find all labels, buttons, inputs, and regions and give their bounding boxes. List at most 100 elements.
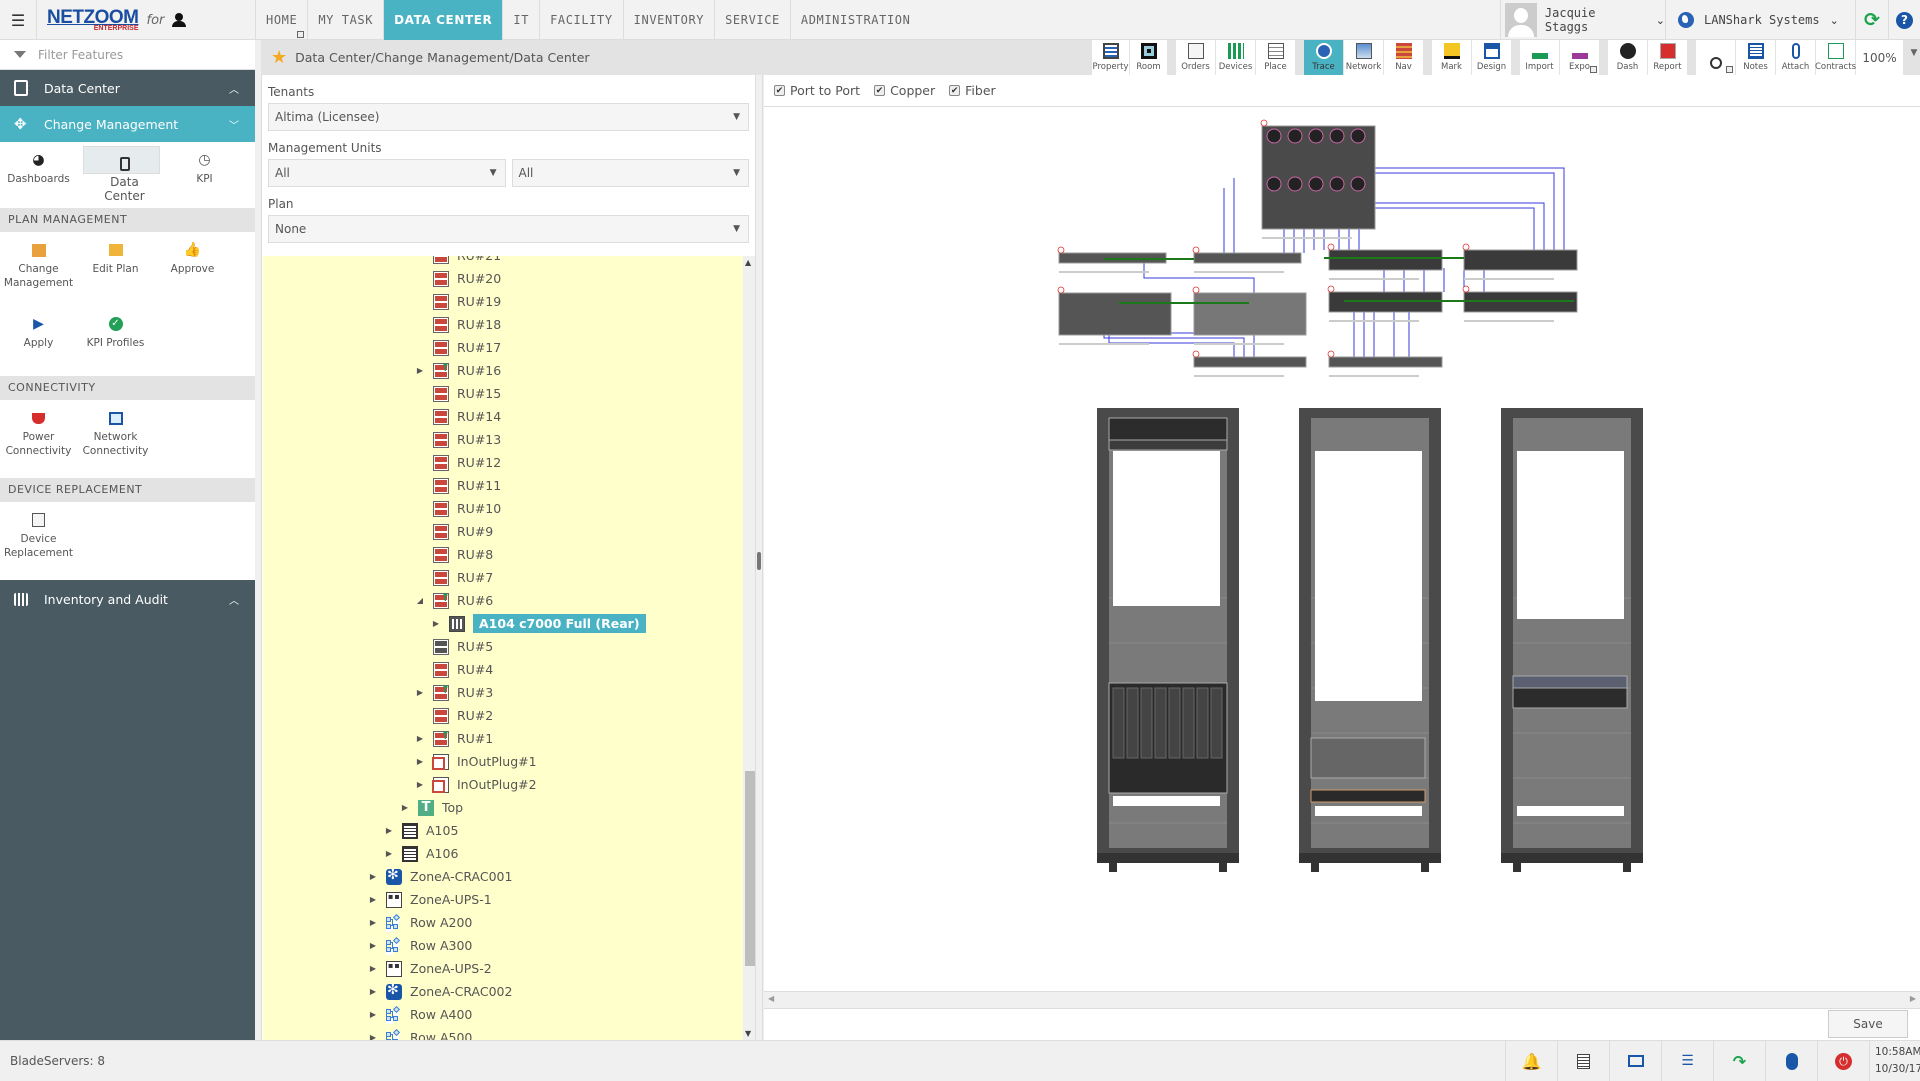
popout-icon[interactable] (297, 31, 305, 38)
tree-item[interactable]: RU#15 (415, 382, 501, 405)
expand-toggle-icon[interactable]: ▶ (368, 895, 378, 904)
rack-base[interactable] (1501, 853, 1643, 863)
tab-facility[interactable]: FACILITY (540, 0, 624, 40)
mgmt-unit-select-1[interactable]: All ▼ (268, 159, 506, 187)
device-number-badge[interactable] (1192, 286, 1200, 294)
tree-item[interactable]: ▶ InOutPlug#1 (415, 750, 537, 773)
tree-item[interactable]: ▶ Row A200 (368, 911, 472, 934)
rack2-blank[interactable] (1315, 806, 1422, 816)
splitter-grip[interactable] (757, 552, 761, 570)
rack1-empty-space[interactable] (1113, 451, 1220, 606)
tree-item[interactable]: ▶ Row A300 (368, 934, 472, 957)
fiber-checkbox[interactable]: ✔ Fiber (949, 83, 996, 98)
device-caption[interactable] (1059, 343, 1149, 345)
device-number-badge[interactable] (1327, 285, 1335, 293)
tree-item[interactable]: ▶ InOutPlug#2 (415, 773, 537, 796)
tree-item[interactable]: RU#14 (415, 405, 501, 428)
toolbar-place-button[interactable]: Place (1256, 40, 1296, 75)
toolbar-expo-button[interactable]: Expo (1560, 40, 1600, 75)
save-button[interactable]: Save (1828, 1010, 1908, 1038)
sidebar-section-inventory-audit[interactable]: Inventory and Audit ︿ (0, 580, 255, 618)
tree-item[interactable]: ▶ A104 c7000 Full (Rear) (431, 612, 646, 635)
sidebar-item-approve[interactable]: 👍 Approve (154, 232, 231, 298)
rack1-blank[interactable] (1113, 796, 1220, 806)
rack3-switch[interactable] (1512, 675, 1628, 689)
rack-wheel[interactable] (1311, 863, 1319, 872)
rack2-pdu[interactable] (1310, 789, 1426, 803)
sidebar-item-device-replacement[interactable]: Device Replacement (0, 502, 77, 576)
notifications-button[interactable]: 🔔 (1505, 1041, 1557, 1081)
tree-item[interactable]: ◢ ↑ RU#6 (415, 589, 493, 612)
tree-item[interactable]: RU#2 (415, 704, 493, 727)
tenants-select[interactable]: Altima (Licensee) ▼ (268, 103, 749, 131)
device-number-badge[interactable] (1327, 350, 1335, 358)
remote-desktop-button[interactable] (1609, 1041, 1661, 1081)
panel-splitter[interactable] (755, 75, 763, 1040)
device-caption[interactable] (1329, 278, 1419, 280)
rack1-fiber-panel[interactable] (1108, 439, 1228, 451)
rack3-patch-panel[interactable] (1512, 687, 1628, 709)
toolbar-design-button[interactable]: Design (1472, 40, 1512, 75)
tree-item[interactable]: RU#8 (415, 543, 493, 566)
device-caption[interactable] (1194, 343, 1284, 345)
tab-it[interactable]: IT (503, 0, 541, 40)
rack3-empty-space[interactable] (1517, 451, 1624, 619)
tab-administration[interactable]: ADMINISTRATION (791, 0, 921, 40)
help-button[interactable]: ? (1888, 0, 1920, 40)
expand-toggle-icon[interactable]: ▶ (368, 872, 378, 881)
tree-item[interactable]: RU#12 (415, 451, 501, 474)
sidebar-item-apply[interactable]: ▶ Apply (0, 306, 77, 372)
tree-item[interactable]: RU#20 (415, 267, 501, 290)
expand-toggle-icon[interactable]: ▶ (368, 941, 378, 950)
expand-toggle-icon[interactable]: ▶ (415, 366, 425, 375)
device-7[interactable] (1193, 292, 1307, 336)
rack-wheel[interactable] (1421, 863, 1429, 872)
tree-item[interactable]: ▶ ↑ RU#3 (415, 681, 493, 704)
device-number-badge[interactable] (1462, 285, 1470, 293)
refresh-button[interactable]: ⟳ (1855, 0, 1888, 40)
org-menu[interactable]: LANShark Systems ⌄ (1665, 0, 1865, 40)
expand-toggle-icon[interactable]: ▶ (368, 1010, 378, 1019)
port-to-port-checkbox[interactable]: ✔ Port to Port (774, 83, 860, 98)
diagram-canvas[interactable]: ✔ Port to Port ✔ Copper ✔ Fiber ◀ ▶ (764, 75, 1920, 1008)
alerts-hierarchy-button[interactable]: ☰ (1661, 1041, 1713, 1081)
rack1-patch-panel[interactable] (1108, 417, 1228, 441)
toolbar-contracts-button[interactable]: Contracts (1815, 40, 1856, 75)
tree-item[interactable]: ▶ ZoneA-CRAC001 (368, 865, 512, 888)
tree-item[interactable]: ▶ A105 (384, 819, 458, 842)
toolbar-overflow-dropdown[interactable]: ▼ (1904, 40, 1920, 75)
tree-item[interactable]: RU#7 (415, 566, 493, 589)
toolbar-devices-button[interactable]: Devices (1216, 40, 1256, 75)
mgmt-unit-select-2[interactable]: All ▼ (511, 159, 749, 187)
sidebar-section-data-center[interactable]: Data Center ︿ (0, 70, 255, 106)
expand-toggle-icon[interactable]: ▶ (368, 987, 378, 996)
toolbar-trace-button[interactable]: Trace (1304, 40, 1344, 75)
popout-icon[interactable] (1726, 66, 1733, 73)
toolbar-property-button[interactable]: Property (1092, 40, 1130, 75)
rack-wheel[interactable] (1109, 863, 1117, 872)
toolbar-notes-button[interactable]: Notes (1736, 40, 1776, 75)
device-4[interactable] (1328, 249, 1443, 271)
filter-features-input[interactable]: Filter Features (0, 40, 255, 70)
sidebar-item-change-management[interactable]: Change Management (0, 232, 77, 306)
tree-item[interactable]: ▶ ↑ RU#1 (415, 727, 493, 750)
expand-toggle-icon[interactable]: ▶ (415, 688, 425, 697)
tree-item[interactable]: ▶ ZoneA-CRAC002 (368, 980, 512, 1003)
expand-toggle-icon[interactable]: ▶ (368, 1033, 378, 1040)
sidebar-item-kpi[interactable]: ◷ KPI (166, 142, 243, 208)
expand-toggle-icon[interactable]: ▶ (400, 803, 410, 812)
popout-icon[interactable] (1590, 66, 1597, 73)
copper-checkbox[interactable]: ✔ Copper (874, 83, 935, 98)
scroll-left-icon[interactable]: ◀ (768, 994, 774, 1003)
device-number-badge[interactable] (1057, 286, 1065, 294)
toolbar-network-button[interactable]: Network (1344, 40, 1384, 75)
tree-item[interactable]: RU#21 (415, 256, 501, 267)
tree-item[interactable]: RU#19 (415, 290, 501, 313)
sidebar-item-kpi-profiles[interactable]: ✓ KPI Profiles (77, 306, 154, 372)
scroll-right-icon[interactable]: ▶ (1910, 994, 1916, 1003)
trace-diagram[interactable] (764, 108, 1920, 988)
rack2-empty-space[interactable] (1315, 451, 1422, 701)
device-10[interactable] (1193, 356, 1307, 368)
sidebar-item-power-connectivity[interactable]: Power Connectivity (0, 400, 77, 474)
device-number-badge[interactable] (1192, 246, 1200, 254)
